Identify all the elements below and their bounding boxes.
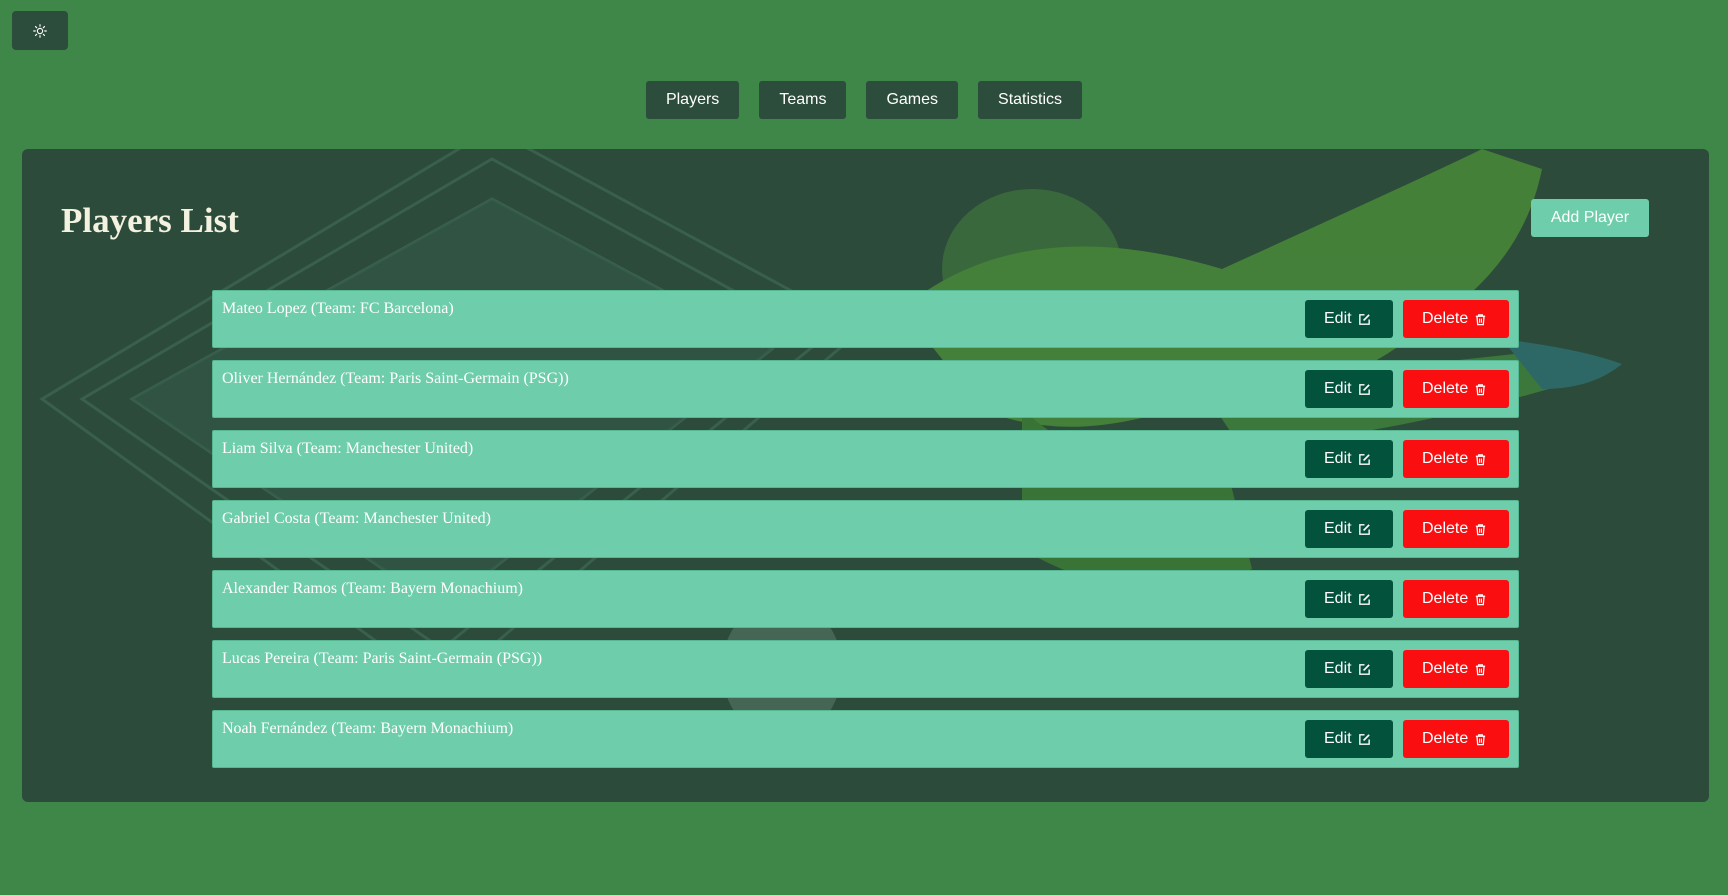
player-name: Lucas Pereira (Team: Paris Saint-Germain… <box>222 650 543 667</box>
edit-icon <box>1358 523 1370 535</box>
row-actions: Edit Delete <box>1305 370 1509 408</box>
player-row: Gabriel Costa (Team: Manchester United) … <box>212 500 1519 558</box>
delete-button[interactable]: Delete <box>1403 720 1509 758</box>
edit-label: Edit <box>1324 520 1352 537</box>
delete-button[interactable]: Delete <box>1403 580 1509 618</box>
delete-label: Delete <box>1422 660 1469 677</box>
row-actions: Edit Delete <box>1305 440 1509 478</box>
edit-label: Edit <box>1324 380 1352 397</box>
player-name: Alexander Ramos (Team: Bayern Monachium) <box>222 580 524 597</box>
players-panel: Players List Add Player Mateo Lopez (Tea… <box>22 149 1709 802</box>
trash-icon <box>1476 663 1486 675</box>
nav-games-button[interactable]: Games <box>866 81 959 119</box>
delete-label: Delete <box>1422 310 1469 327</box>
trash-icon <box>1476 313 1486 325</box>
edit-button[interactable]: Edit <box>1305 580 1393 618</box>
player-name: Oliver Hernández (Team: Paris Saint-Germ… <box>222 370 569 387</box>
player-name: Mateo Lopez (Team: FC Barcelona) <box>222 300 454 317</box>
edit-icon <box>1358 663 1370 675</box>
player-name: Liam Silva (Team: Manchester United) <box>222 440 474 457</box>
edit-label: Edit <box>1324 450 1352 467</box>
add-player-button[interactable]: Add Player <box>1531 199 1649 237</box>
delete-label: Delete <box>1422 590 1469 607</box>
row-actions: Edit Delete <box>1305 650 1509 688</box>
edit-label: Edit <box>1324 730 1352 747</box>
theme-toggle-button[interactable] <box>12 11 68 50</box>
edit-label: Edit <box>1324 660 1352 677</box>
top-nav: Players Teams Games Statistics <box>0 81 1728 119</box>
edit-icon <box>1358 733 1370 745</box>
edit-icon <box>1358 313 1370 325</box>
delete-label: Delete <box>1422 380 1469 397</box>
edit-button[interactable]: Edit <box>1305 720 1393 758</box>
nav-teams-button[interactable]: Teams <box>759 81 847 119</box>
edit-icon <box>1358 593 1370 605</box>
nav-players-button[interactable]: Players <box>645 81 740 119</box>
page-title: Players List <box>61 201 239 240</box>
trash-icon <box>1476 383 1486 395</box>
player-name: Noah Fernández (Team: Bayern Monachium) <box>222 720 514 737</box>
edit-label: Edit <box>1324 590 1352 607</box>
edit-button[interactable]: Edit <box>1305 300 1393 338</box>
delete-label: Delete <box>1422 450 1469 467</box>
delete-label: Delete <box>1422 730 1469 747</box>
row-actions: Edit Delete <box>1305 720 1509 758</box>
player-row: Liam Silva (Team: Manchester United) Edi… <box>212 430 1519 488</box>
edit-label: Edit <box>1324 310 1352 327</box>
edit-button[interactable]: Edit <box>1305 440 1393 478</box>
sun-icon <box>33 23 47 38</box>
trash-icon <box>1476 593 1486 605</box>
delete-button[interactable]: Delete <box>1403 650 1509 688</box>
delete-button[interactable]: Delete <box>1403 300 1509 338</box>
edit-icon <box>1358 453 1370 465</box>
player-row: Oliver Hernández (Team: Paris Saint-Germ… <box>212 360 1519 418</box>
delete-button[interactable]: Delete <box>1403 440 1509 478</box>
player-row: Lucas Pereira (Team: Paris Saint-Germain… <box>212 640 1519 698</box>
delete-button[interactable]: Delete <box>1403 510 1509 548</box>
row-actions: Edit Delete <box>1305 580 1509 618</box>
edit-button[interactable]: Edit <box>1305 510 1393 548</box>
delete-label: Delete <box>1422 520 1469 537</box>
edit-icon <box>1358 383 1370 395</box>
row-actions: Edit Delete <box>1305 510 1509 548</box>
nav-statistics-button[interactable]: Statistics <box>978 81 1083 119</box>
trash-icon <box>1476 523 1486 535</box>
trash-icon <box>1476 733 1486 745</box>
player-name: Gabriel Costa (Team: Manchester United) <box>222 510 492 527</box>
edit-button[interactable]: Edit <box>1305 650 1393 688</box>
player-row: Noah Fernández (Team: Bayern Monachium) … <box>212 710 1519 768</box>
player-row: Alexander Ramos (Team: Bayern Monachium)… <box>212 570 1519 628</box>
delete-button[interactable]: Delete <box>1403 370 1509 408</box>
trash-icon <box>1476 453 1486 465</box>
edit-button[interactable]: Edit <box>1305 370 1393 408</box>
player-row: Mateo Lopez (Team: FC Barcelona) Edit De… <box>212 290 1519 348</box>
player-list: Mateo Lopez (Team: FC Barcelona) Edit De… <box>212 290 1519 780</box>
row-actions: Edit Delete <box>1305 300 1509 338</box>
